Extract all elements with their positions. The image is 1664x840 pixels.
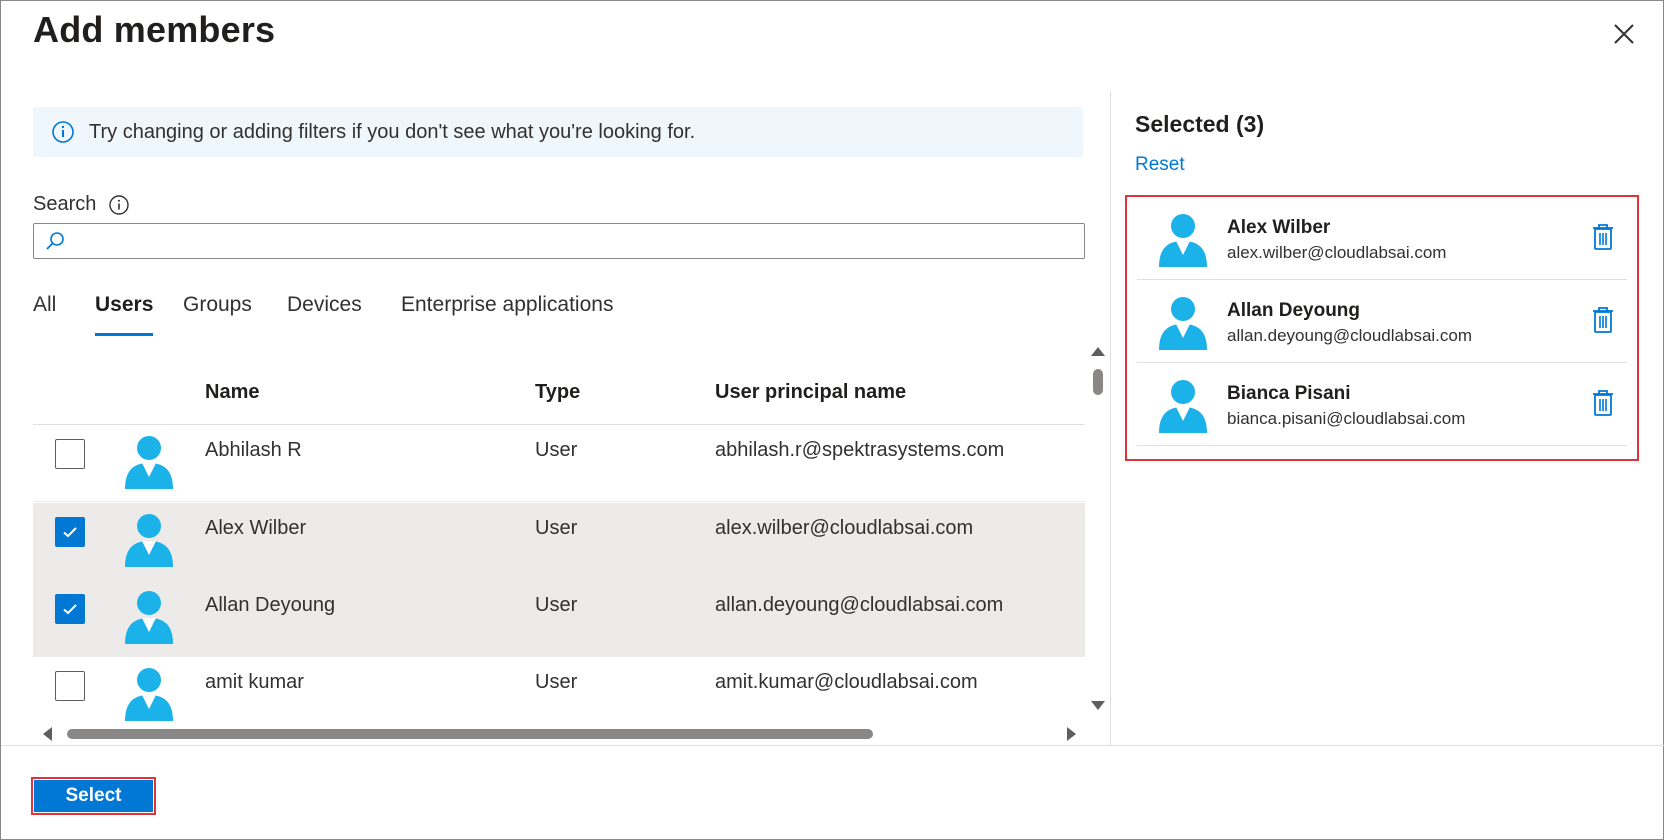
tab-users[interactable]: Users xyxy=(95,293,154,336)
table-row[interactable]: amit kumar User amit.kumar@cloudlabsai.c… xyxy=(33,657,1085,731)
user-avatar-icon xyxy=(125,514,173,567)
selected-member-item: Allan Deyoung allan.deyoung@cloudlabsai.… xyxy=(1137,280,1627,363)
row-checkbox[interactable] xyxy=(55,517,85,547)
user-avatar-icon xyxy=(125,591,173,644)
tab-enterprise-applications[interactable]: Enterprise applications xyxy=(401,293,613,317)
selected-member-item: Bianca Pisani bianca.pisani@cloudlabsai.… xyxy=(1137,363,1627,446)
tab-all[interactable]: All xyxy=(33,293,56,317)
trash-icon[interactable] xyxy=(1591,223,1615,251)
column-header-type[interactable]: Type xyxy=(535,381,580,404)
scroll-right-icon[interactable] xyxy=(1067,727,1076,741)
selected-count-title: Selected (3) xyxy=(1135,111,1265,137)
tab-devices[interactable]: Devices xyxy=(287,293,362,317)
scroll-up-icon[interactable] xyxy=(1091,347,1105,356)
horizontal-scroll-thumb[interactable] xyxy=(67,729,873,739)
selected-member-email: alex.wilber@cloudlabsai.com xyxy=(1227,243,1447,262)
selected-member-email: bianca.pisani@cloudlabsai.com xyxy=(1227,409,1466,428)
vertical-scrollbar[interactable] xyxy=(1087,345,1109,715)
selected-members-list: Alex Wilber alex.wilber@cloudlabsai.com … xyxy=(1125,195,1639,461)
table-row[interactable]: Allan Deyoung User allan.deyoung@cloudla… xyxy=(33,580,1085,657)
info-message-text: Try changing or adding filters if you do… xyxy=(89,120,696,143)
row-checkbox[interactable] xyxy=(55,594,85,624)
selected-member-name: Alex Wilber xyxy=(1227,217,1331,238)
scroll-down-icon[interactable] xyxy=(1091,701,1105,710)
row-upn: abhilash.r@spektrasystems.com xyxy=(715,439,1005,461)
row-upn: alex.wilber@cloudlabsai.com xyxy=(715,517,974,539)
search-label-row: Search xyxy=(33,193,130,216)
reset-link[interactable]: Reset xyxy=(1135,154,1185,176)
table-row[interactable]: Alex Wilber User alex.wilber@cloudlabsai… xyxy=(33,503,1085,580)
selected-member-email: allan.deyoung@cloudlabsai.com xyxy=(1227,326,1473,345)
row-checkbox[interactable] xyxy=(55,671,85,701)
selected-member-name: Allan Deyoung xyxy=(1227,300,1361,321)
table-header: Name Type User principal name xyxy=(33,347,1085,425)
row-upn: amit.kumar@cloudlabsai.com xyxy=(715,671,978,693)
user-avatar-icon xyxy=(1159,380,1207,433)
row-type: User xyxy=(535,517,578,539)
row-name: Abhilash R xyxy=(205,439,302,461)
info-message-bar: Try changing or adding filters if you do… xyxy=(33,107,1083,157)
search-box[interactable] xyxy=(33,223,1085,259)
search-icon xyxy=(46,232,64,250)
row-upn: allan.deyoung@cloudlabsai.com xyxy=(715,594,1004,616)
user-avatar-icon xyxy=(1159,214,1207,267)
row-checkbox[interactable] xyxy=(55,439,85,469)
info-icon xyxy=(52,121,74,143)
search-input[interactable] xyxy=(74,230,1064,252)
checkmark-icon xyxy=(63,604,77,615)
row-type: User xyxy=(535,439,578,461)
pane-divider xyxy=(1110,91,1111,745)
footer-divider xyxy=(1,745,1664,746)
vertical-scroll-thumb[interactable] xyxy=(1093,369,1103,395)
members-table: Name Type User principal name Abhilash R… xyxy=(33,347,1085,731)
row-name: Alex Wilber xyxy=(205,517,307,539)
user-avatar-icon xyxy=(125,436,173,489)
selected-member-item: Alex Wilber alex.wilber@cloudlabsai.com xyxy=(1137,197,1627,280)
close-icon[interactable] xyxy=(1609,19,1639,49)
trash-icon[interactable] xyxy=(1591,306,1615,334)
table-row[interactable]: Abhilash R User abhilash.r@spektrasystem… xyxy=(33,425,1085,502)
search-label: Search xyxy=(33,193,97,215)
column-header-name[interactable]: Name xyxy=(205,381,259,404)
tab-groups[interactable]: Groups xyxy=(183,293,252,317)
select-button[interactable]: Select xyxy=(34,780,153,812)
user-avatar-icon xyxy=(1159,297,1207,350)
row-type: User xyxy=(535,594,578,616)
info-hint-icon[interactable] xyxy=(108,194,130,216)
user-avatar-icon xyxy=(125,668,173,721)
row-name: amit kumar xyxy=(205,671,304,693)
selected-member-name: Bianca Pisani xyxy=(1227,383,1351,404)
horizontal-scrollbar[interactable] xyxy=(39,723,1079,745)
scroll-left-icon[interactable] xyxy=(43,727,52,741)
dialog-title: Add members xyxy=(33,9,276,50)
row-type: User xyxy=(535,671,578,693)
trash-icon[interactable] xyxy=(1591,389,1615,417)
add-members-dialog: Add members Try changing or adding filte… xyxy=(0,0,1664,840)
column-header-upn[interactable]: User principal name xyxy=(715,381,906,404)
row-name: Allan Deyoung xyxy=(205,594,336,616)
checkmark-icon xyxy=(63,527,77,538)
